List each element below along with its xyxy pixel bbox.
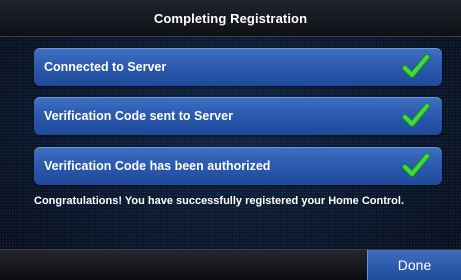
done-button[interactable]: Done [367, 250, 461, 280]
green-check-icon [402, 153, 430, 177]
step-connected-to-server: Connected to Server [34, 48, 442, 86]
step-label: Verification Code sent to Server [44, 109, 233, 123]
page-title: Completing Registration [153, 10, 308, 26]
step-label: Connected to Server [44, 60, 167, 74]
registration-screen: Completing Registration Connected to Ser… [0, 0, 461, 280]
green-check-icon [402, 54, 430, 78]
green-check-icon [402, 103, 430, 127]
title-bar: Completing Registration [0, 0, 461, 37]
success-message: Congratulations! You have successfully r… [34, 195, 405, 207]
step-label: Verification Code has been authorized [44, 159, 271, 173]
step-code-authorized: Verification Code has been authorized [34, 147, 442, 185]
step-code-sent: Verification Code sent to Server [34, 97, 442, 135]
